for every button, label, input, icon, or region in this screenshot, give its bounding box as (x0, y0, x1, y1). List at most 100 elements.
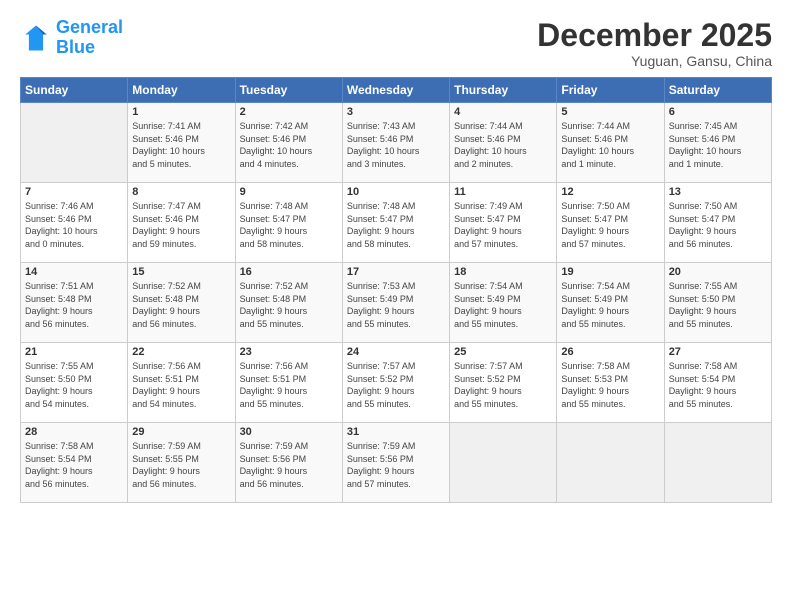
day-info: Sunrise: 7:53 AM Sunset: 5:49 PM Dayligh… (347, 280, 445, 330)
day-number: 1 (132, 106, 230, 118)
calendar-cell: 8 Sunrise: 7:47 AM Sunset: 5:46 PM Daylig… (128, 183, 235, 263)
day-info: Sunrise: 7:50 AM Sunset: 5:47 PM Dayligh… (561, 200, 659, 250)
day-info: Sunrise: 7:50 AM Sunset: 5:47 PM Dayligh… (669, 200, 767, 250)
day-info: Sunrise: 7:55 AM Sunset: 5:50 PM Dayligh… (25, 360, 123, 410)
title-block: December 2025 Yuguan, Gansu, China (537, 18, 772, 69)
page: General Blue December 2025 Yuguan, Gansu… (0, 0, 792, 612)
calendar-cell: 7Sunrise: 7:46 AM Sunset: 5:46 PM Daylig… (21, 183, 128, 263)
calendar-cell: 5 Sunrise: 7:44 AM Sunset: 5:46 PM Daylig… (557, 103, 664, 183)
day-info: Sunrise: 7:47 AM Sunset: 5:46 PM Dayligh… (132, 200, 230, 250)
day-number: 27 (669, 346, 767, 358)
day-info: Sunrise: 7:56 AM Sunset: 5:51 PM Dayligh… (132, 360, 230, 410)
calendar-cell: 17 Sunrise: 7:53 AM Sunset: 5:49 PM Dayli… (342, 263, 449, 343)
calendar-cell: 10 Sunrise: 7:48 AM Sunset: 5:47 PM Dayli… (342, 183, 449, 263)
day-info: Sunrise: 7:58 AM Sunset: 5:53 PM Dayligh… (561, 360, 659, 410)
day-info: Sunrise: 7:54 AM Sunset: 5:49 PM Dayligh… (454, 280, 552, 330)
calendar-cell: 29Sunrise: 7:59 AM Sunset: 5:55 PM Dayli… (128, 423, 235, 503)
day-number: 23 (240, 346, 338, 358)
calendar-table: SundayMondayTuesdayWednesdayThursdayFrid… (20, 77, 772, 503)
calendar-cell: 18 Sunrise: 7:54 AM Sunset: 5:49 PM Dayli… (450, 263, 557, 343)
day-number: 18 (454, 266, 552, 278)
calendar-cell: 6Sunrise: 7:45 AM Sunset: 5:46 PM Daylig… (664, 103, 771, 183)
week-row-4: 28Sunrise: 7:58 AM Sunset: 5:54 PM Dayli… (21, 423, 772, 503)
day-info: Sunrise: 7:48 AM Sunset: 5:47 PM Dayligh… (240, 200, 338, 250)
day-number: 5 (561, 106, 659, 118)
day-info: Sunrise: 7:46 AM Sunset: 5:46 PM Dayligh… (25, 200, 123, 250)
day-number: 20 (669, 266, 767, 278)
weekday-header-thursday: Thursday (450, 78, 557, 103)
day-number: 17 (347, 266, 445, 278)
calendar-cell: 13 Sunrise: 7:50 AM Sunset: 5:47 PM Dayli… (664, 183, 771, 263)
day-number: 28 (25, 426, 123, 438)
day-number: 4 (454, 106, 552, 118)
calendar-cell: 25 Sunrise: 7:57 AM Sunset: 5:52 PM Dayli… (450, 343, 557, 423)
day-number: 14 (25, 266, 123, 278)
week-row-2: 14 Sunrise: 7:51 AM Sunset: 5:48 PM Dayli… (21, 263, 772, 343)
weekday-header-monday: Monday (128, 78, 235, 103)
calendar-cell: 1Sunrise: 7:41 AM Sunset: 5:46 PM Daylig… (128, 103, 235, 183)
calendar-cell (21, 103, 128, 183)
week-row-1: 7Sunrise: 7:46 AM Sunset: 5:46 PM Daylig… (21, 183, 772, 263)
day-info: Sunrise: 7:57 AM Sunset: 5:52 PM Dayligh… (454, 360, 552, 410)
day-number: 30 (240, 426, 338, 438)
day-info: Sunrise: 7:52 AM Sunset: 5:48 PM Dayligh… (132, 280, 230, 330)
day-info: Sunrise: 7:48 AM Sunset: 5:47 PM Dayligh… (347, 200, 445, 250)
day-info: Sunrise: 7:44 AM Sunset: 5:46 PM Dayligh… (561, 120, 659, 170)
calendar-cell (664, 423, 771, 503)
day-info: Sunrise: 7:58 AM Sunset: 5:54 PM Dayligh… (669, 360, 767, 410)
calendar-cell: 31 Sunrise: 7:59 AM Sunset: 5:56 PM Dayli… (342, 423, 449, 503)
calendar-cell: 21 Sunrise: 7:55 AM Sunset: 5:50 PM Dayli… (21, 343, 128, 423)
calendar-cell: 20 Sunrise: 7:55 AM Sunset: 5:50 PM Dayli… (664, 263, 771, 343)
calendar-cell: 27 Sunrise: 7:58 AM Sunset: 5:54 PM Dayli… (664, 343, 771, 423)
day-number: 10 (347, 186, 445, 198)
day-number: 2 (240, 106, 338, 118)
logo-text: General Blue (56, 18, 123, 58)
day-info: Sunrise: 7:59 AM Sunset: 5:56 PM Dayligh… (347, 440, 445, 490)
calendar-cell: 14 Sunrise: 7:51 AM Sunset: 5:48 PM Dayli… (21, 263, 128, 343)
day-info: Sunrise: 7:59 AM Sunset: 5:56 PM Dayligh… (240, 440, 338, 490)
weekday-header-row: SundayMondayTuesdayWednesdayThursdayFrid… (21, 78, 772, 103)
calendar-cell (450, 423, 557, 503)
calendar-cell: 26Sunrise: 7:58 AM Sunset: 5:53 PM Dayli… (557, 343, 664, 423)
weekday-header-sunday: Sunday (21, 78, 128, 103)
day-info: Sunrise: 7:51 AM Sunset: 5:48 PM Dayligh… (25, 280, 123, 330)
calendar-cell: 12 Sunrise: 7:50 AM Sunset: 5:47 PM Dayli… (557, 183, 664, 263)
day-info: Sunrise: 7:56 AM Sunset: 5:51 PM Dayligh… (240, 360, 338, 410)
calendar-cell: 11 Sunrise: 7:49 AM Sunset: 5:47 PM Dayli… (450, 183, 557, 263)
day-info: Sunrise: 7:44 AM Sunset: 5:46 PM Dayligh… (454, 120, 552, 170)
calendar-cell: 9Sunrise: 7:48 AM Sunset: 5:47 PM Daylig… (235, 183, 342, 263)
day-number: 22 (132, 346, 230, 358)
day-number: 11 (454, 186, 552, 198)
calendar-cell: 22 Sunrise: 7:56 AM Sunset: 5:51 PM Dayli… (128, 343, 235, 423)
location: Yuguan, Gansu, China (537, 53, 772, 69)
weekday-header-saturday: Saturday (664, 78, 771, 103)
weekday-header-tuesday: Tuesday (235, 78, 342, 103)
day-info: Sunrise: 7:49 AM Sunset: 5:47 PM Dayligh… (454, 200, 552, 250)
month-title: December 2025 (537, 18, 772, 53)
calendar-cell: 30 Sunrise: 7:59 AM Sunset: 5:56 PM Dayli… (235, 423, 342, 503)
day-info: Sunrise: 7:42 AM Sunset: 5:46 PM Dayligh… (240, 120, 338, 170)
calendar-cell: 4 Sunrise: 7:44 AM Sunset: 5:46 PM Daylig… (450, 103, 557, 183)
day-info: Sunrise: 7:45 AM Sunset: 5:46 PM Dayligh… (669, 120, 767, 170)
calendar-cell: 19Sunrise: 7:54 AM Sunset: 5:49 PM Dayli… (557, 263, 664, 343)
logo: General Blue (20, 18, 123, 58)
day-number: 8 (132, 186, 230, 198)
week-row-0: 1Sunrise: 7:41 AM Sunset: 5:46 PM Daylig… (21, 103, 772, 183)
day-number: 31 (347, 426, 445, 438)
day-number: 13 (669, 186, 767, 198)
calendar-cell: 23 Sunrise: 7:56 AM Sunset: 5:51 PM Dayli… (235, 343, 342, 423)
day-number: 12 (561, 186, 659, 198)
day-number: 25 (454, 346, 552, 358)
day-info: Sunrise: 7:54 AM Sunset: 5:49 PM Dayligh… (561, 280, 659, 330)
day-info: Sunrise: 7:55 AM Sunset: 5:50 PM Dayligh… (669, 280, 767, 330)
weekday-header-wednesday: Wednesday (342, 78, 449, 103)
day-info: Sunrise: 7:43 AM Sunset: 5:46 PM Dayligh… (347, 120, 445, 170)
day-number: 24 (347, 346, 445, 358)
calendar-cell: 24 Sunrise: 7:57 AM Sunset: 5:52 PM Dayli… (342, 343, 449, 423)
day-number: 21 (25, 346, 123, 358)
day-info: Sunrise: 7:59 AM Sunset: 5:55 PM Dayligh… (132, 440, 230, 490)
day-number: 16 (240, 266, 338, 278)
day-info: Sunrise: 7:57 AM Sunset: 5:52 PM Dayligh… (347, 360, 445, 410)
calendar-cell: 3Sunrise: 7:43 AM Sunset: 5:46 PM Daylig… (342, 103, 449, 183)
calendar-cell: 28Sunrise: 7:58 AM Sunset: 5:54 PM Dayli… (21, 423, 128, 503)
